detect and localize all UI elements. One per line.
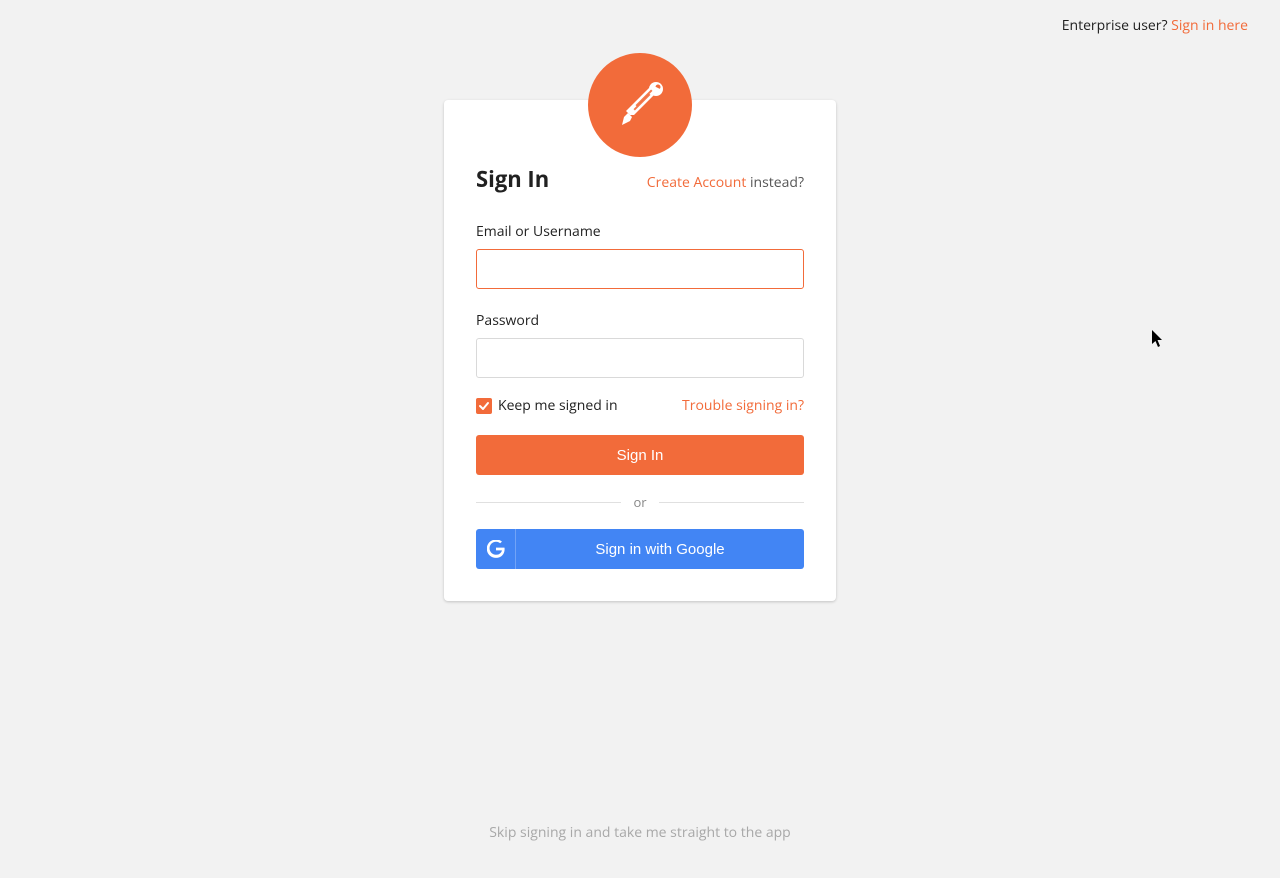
password-input[interactable] bbox=[476, 338, 804, 378]
create-account-prompt: Create Account instead? bbox=[647, 173, 804, 192]
postman-logo-icon bbox=[588, 53, 692, 157]
logo-container bbox=[588, 53, 692, 157]
mouse-cursor-icon bbox=[1152, 330, 1166, 353]
create-account-link[interactable]: Create Account bbox=[647, 173, 747, 192]
password-field-group: Password bbox=[476, 311, 804, 378]
signin-card: Sign In Create Account instead? Email or… bbox=[444, 100, 836, 601]
page-title: Sign In bbox=[476, 164, 549, 194]
rocket-icon bbox=[608, 73, 672, 137]
enterprise-prompt-text: Enterprise user? bbox=[1062, 16, 1171, 35]
google-g-icon bbox=[476, 529, 516, 569]
divider-text: or bbox=[633, 493, 646, 511]
card-header: Sign In Create Account instead? bbox=[476, 164, 804, 194]
divider-line-right bbox=[659, 502, 804, 503]
trouble-signing-in-link[interactable]: Trouble signing in? bbox=[682, 396, 804, 415]
options-row: Keep me signed in Trouble signing in? bbox=[476, 396, 804, 415]
password-label: Password bbox=[476, 311, 804, 330]
divider-line-left bbox=[476, 502, 621, 503]
google-signin-button[interactable]: Sign in with Google bbox=[476, 529, 804, 569]
divider: or bbox=[476, 493, 804, 511]
enterprise-signin-link[interactable]: Sign in here bbox=[1171, 16, 1248, 35]
keep-signed-in-label: Keep me signed in bbox=[498, 396, 618, 415]
signin-button[interactable]: Sign In bbox=[476, 435, 804, 475]
instead-text: instead? bbox=[746, 173, 804, 192]
keep-signed-in-checkbox[interactable]: Keep me signed in bbox=[476, 396, 618, 415]
check-icon bbox=[476, 398, 492, 414]
google-button-label: Sign in with Google bbox=[516, 541, 804, 558]
email-field-group: Email or Username bbox=[476, 222, 804, 289]
email-label: Email or Username bbox=[476, 222, 804, 241]
enterprise-prompt: Enterprise user? Sign in here bbox=[1062, 16, 1248, 35]
email-input[interactable] bbox=[476, 249, 804, 289]
skip-signin-link[interactable]: Skip signing in and take me straight to … bbox=[489, 823, 790, 842]
